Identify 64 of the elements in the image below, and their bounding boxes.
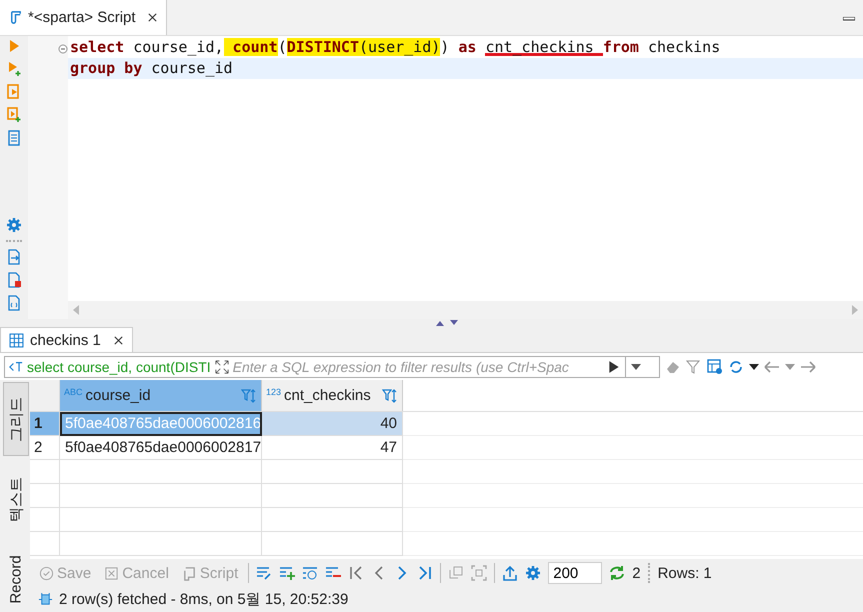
file-variable-icon[interactable] <box>6 295 22 311</box>
document-icon[interactable] <box>6 130 22 146</box>
code-line: group by course_id <box>70 59 233 77</box>
empty-cell <box>30 508 60 532</box>
table-cell: 5f0ae408765dae0006002817 <box>60 436 262 460</box>
table-icon <box>9 332 24 348</box>
caret-icon[interactable] <box>630 364 641 370</box>
view-tab[interactable]: Record <box>3 542 29 612</box>
empty-cell <box>30 532 60 556</box>
expand-icon[interactable] <box>214 360 229 374</box>
close-icon[interactable] <box>112 334 124 346</box>
refresh-icon[interactable] <box>728 358 744 374</box>
file-import-icon[interactable] <box>6 249 22 265</box>
refresh-count: 2 <box>632 564 641 582</box>
filter-field[interactable]: select course_id, count(DISTI Enter a SQL expression to filter results (use Ctrl+Spac <box>4 356 660 378</box>
editor-tab[interactable]: *<sparta> Script <box>0 0 167 35</box>
edit-row-icon[interactable] <box>256 565 272 581</box>
settings-icon[interactable] <box>6 217 22 233</box>
table-cell: 47 <box>262 436 403 460</box>
filter-icon[interactable] <box>686 358 702 374</box>
table-cell: 40 <box>262 412 403 436</box>
view-tab[interactable]: 텍스트 <box>3 462 29 536</box>
check-circle-icon <box>39 566 54 580</box>
sql-icon <box>9 360 23 374</box>
view-tab[interactable]: 그리드 <box>3 382 29 456</box>
fold-icon[interactable] <box>58 44 68 54</box>
caret-icon[interactable] <box>749 364 759 370</box>
fetch-size-field[interactable]: 200 <box>548 562 602 584</box>
row-number[interactable]: 1 <box>30 412 60 436</box>
first-page-icon[interactable] <box>348 565 364 581</box>
cancel-box-icon <box>104 566 120 580</box>
copy-row-icon[interactable] <box>302 565 318 581</box>
run-script-icon[interactable] <box>6 84 22 100</box>
close-icon[interactable] <box>146 12 158 23</box>
empty-cell <box>30 484 60 508</box>
filter-input[interactable]: Enter a SQL expression to filter results (use Ctrl+Spac <box>232 358 603 374</box>
status-text: 2 row(s) fetched - 8ms, on 5월 15, 20:52:39 <box>59 590 348 609</box>
splitter-arrows-icon[interactable] <box>434 319 458 327</box>
add-row-icon[interactable] <box>279 565 296 581</box>
rows-count: Rows: 1 <box>658 564 712 582</box>
empty-cell <box>30 460 60 484</box>
results-tab[interactable]: checkins 1 <box>0 327 133 352</box>
back-arrow-icon[interactable] <box>764 358 780 374</box>
filter-sort-icon[interactable] <box>241 388 257 404</box>
table-cell: 5f0ae408765dae0006002816 <box>60 412 262 436</box>
export-icon[interactable] <box>502 565 518 581</box>
play-icon[interactable] <box>606 360 621 374</box>
last-page-icon[interactable] <box>417 565 434 581</box>
run-script-plus-icon[interactable] <box>6 107 22 123</box>
row-number[interactable]: 2 <box>30 436 60 460</box>
play-plus-icon[interactable] <box>6 61 22 77</box>
script-icon <box>8 10 23 25</box>
frame-icon[interactable] <box>471 565 488 581</box>
fetch-icon <box>38 592 53 607</box>
query-text: select course_id, count(DISTI <box>27 358 211 374</box>
filter-sort-icon[interactable] <box>382 388 398 404</box>
code-line: select course_id, count(DISTINCT(user_id)) as cnt_checkins from checkins <box>70 38 720 56</box>
file-error-icon[interactable] <box>6 272 22 288</box>
corner-cell[interactable] <box>30 380 60 411</box>
forward-arrow-icon[interactable] <box>800 358 816 374</box>
settings-icon[interactable] <box>525 565 542 581</box>
table-settings-icon[interactable] <box>707 358 723 374</box>
refresh-icon[interactable] <box>609 565 626 581</box>
minimize-icon[interactable] <box>843 17 855 21</box>
